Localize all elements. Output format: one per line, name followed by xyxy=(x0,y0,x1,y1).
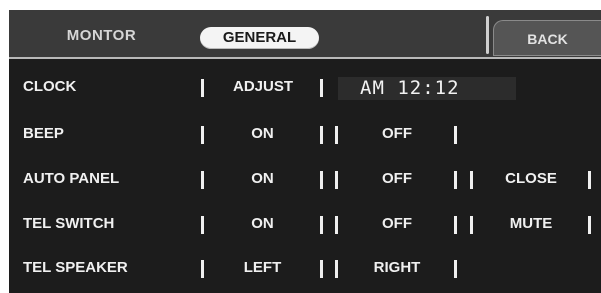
tel-speaker-right-button[interactable]: RIGHT xyxy=(342,248,452,288)
beep-on-button[interactable]: ON xyxy=(209,114,316,154)
separator xyxy=(470,216,473,234)
beep-row: BEEP ON OFF xyxy=(9,114,601,154)
separator xyxy=(588,171,591,189)
tab-monitor[interactable]: MONTOR xyxy=(29,25,174,47)
separator xyxy=(454,126,457,144)
header-divider xyxy=(486,16,489,54)
tab-general[interactable]: GENERAL xyxy=(200,27,319,49)
beep-label: BEEP xyxy=(23,125,64,142)
separator xyxy=(454,216,457,234)
separator xyxy=(320,79,323,97)
separator xyxy=(588,216,591,234)
separator xyxy=(454,260,457,278)
separator xyxy=(335,126,338,144)
separator xyxy=(335,260,338,278)
clock-adjust-button[interactable]: ADJUST xyxy=(209,67,317,107)
settings-panel: MONTOR GENERAL BACK CLOCK ADJUST AM 12:1… xyxy=(9,10,601,293)
separator xyxy=(335,216,338,234)
tel-switch-row: TEL SWITCH ON OFF MUTE xyxy=(9,204,601,244)
tel-switch-mute-button[interactable]: MUTE xyxy=(477,204,585,244)
clock-time-display: AM 12:12 xyxy=(338,77,516,100)
clock-row: CLOCK ADJUST AM 12:12 xyxy=(9,67,601,107)
separator xyxy=(320,171,323,189)
auto-panel-close-button[interactable]: CLOSE xyxy=(477,159,585,199)
auto-panel-row: AUTO PANEL ON OFF CLOSE xyxy=(9,159,601,199)
tel-switch-label: TEL SWITCH xyxy=(23,215,115,232)
screen: MONTOR GENERAL BACK CLOCK ADJUST AM 12:1… xyxy=(0,0,601,293)
tel-speaker-left-button[interactable]: LEFT xyxy=(209,248,316,288)
separator xyxy=(201,171,204,189)
separator xyxy=(201,79,204,97)
auto-panel-on-button[interactable]: ON xyxy=(209,159,316,199)
auto-panel-label: AUTO PANEL xyxy=(23,170,120,187)
tel-switch-off-button[interactable]: OFF xyxy=(342,204,452,244)
tel-speaker-label: TEL SPEAKER xyxy=(23,259,128,276)
tel-switch-on-button[interactable]: ON xyxy=(209,204,316,244)
separator xyxy=(470,171,473,189)
clock-label: CLOCK xyxy=(23,78,77,95)
back-button[interactable]: BACK xyxy=(493,20,601,56)
separator xyxy=(335,171,338,189)
beep-off-button[interactable]: OFF xyxy=(342,114,452,154)
header-bar: MONTOR GENERAL BACK xyxy=(9,10,601,59)
separator xyxy=(201,216,204,234)
separator xyxy=(454,171,457,189)
separator xyxy=(320,216,323,234)
separator xyxy=(320,260,323,278)
separator xyxy=(320,126,323,144)
separator xyxy=(201,260,204,278)
tel-speaker-row: TEL SPEAKER LEFT RIGHT xyxy=(9,248,601,288)
separator xyxy=(201,126,204,144)
auto-panel-off-button[interactable]: OFF xyxy=(342,159,452,199)
